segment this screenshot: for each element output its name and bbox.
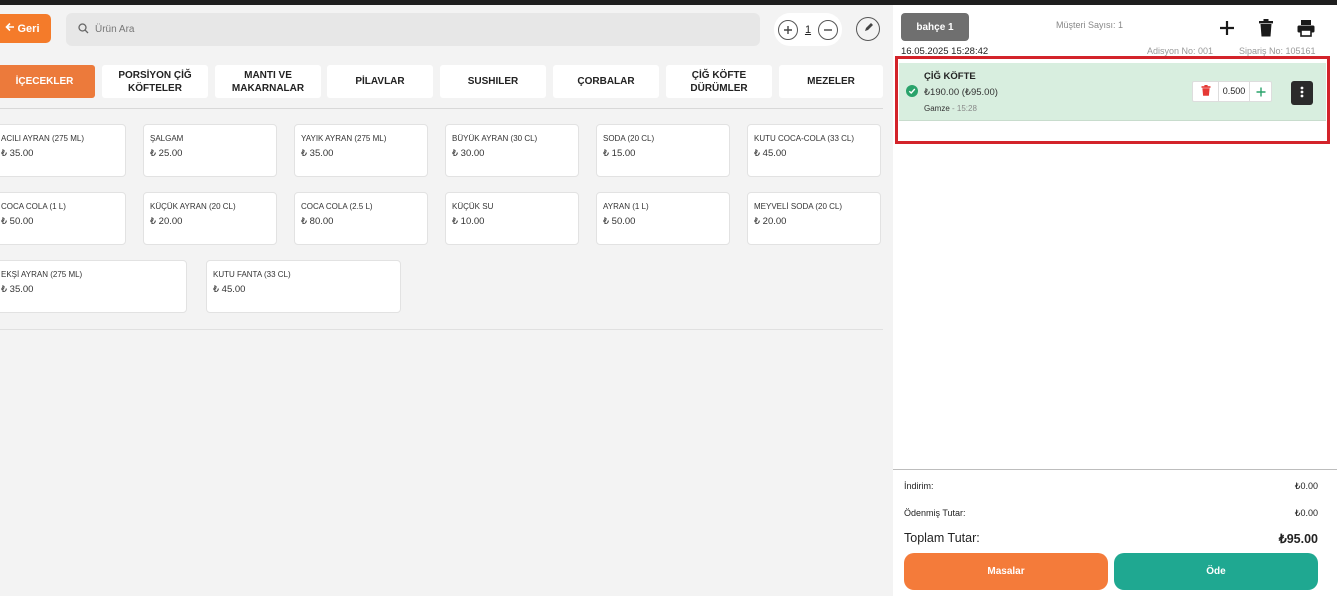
menu-panel: Geri Ürün Ara 1 İÇECEKLER PORSİYON ÇİĞ K…	[0, 5, 893, 596]
product-name: COCA COLA (2.5 L)	[301, 202, 373, 211]
guest-count-value: 1	[804, 23, 812, 36]
guest-count-stepper: 1	[774, 13, 842, 46]
divider	[0, 108, 883, 109]
product-name: MEYVELİ SODA (20 CL)	[754, 202, 843, 211]
product-name: ACILI AYRAN (275 ML)	[1, 134, 84, 143]
product-name: KUTU COCA-COLA (33 CL)	[754, 134, 855, 143]
product-name: BÜYÜK AYRAN (30 CL)	[452, 134, 538, 143]
product-price: ₺ 50.00	[1, 216, 34, 227]
product-card[interactable]: COCA COLA (2.5 L) ₺ 80.00	[294, 192, 428, 245]
product-card[interactable]: SODA (20 CL) ₺ 15.00	[596, 124, 730, 177]
customer-count: Müşteri Sayısı: 1	[1056, 20, 1124, 30]
divider	[893, 469, 1337, 470]
tab-corbalar[interactable]: ÇORBALAR	[553, 65, 659, 98]
product-card[interactable]: AYRAN (1 L) ₺ 50.00	[596, 192, 730, 245]
divider	[0, 329, 883, 330]
siparis-number: Sipariş No: 105161	[1239, 46, 1316, 56]
pencil-icon	[863, 20, 874, 38]
discount-value: ₺0.00	[1294, 481, 1318, 491]
product-name: KÜÇÜK AYRAN (20 CL)	[150, 202, 236, 211]
product-search[interactable]: Ürün Ara	[66, 13, 760, 46]
paid-row: Ödenmiş Tutar: ₺0.00	[904, 508, 1318, 519]
product-card[interactable]: KÜÇÜK AYRAN (20 CL) ₺ 20.00	[143, 192, 277, 245]
product-card[interactable]: ACILI AYRAN (275 ML) ₺ 35.00	[0, 124, 126, 177]
product-price: ₺ 35.00	[1, 284, 34, 295]
tab-sushiler[interactable]: SUSHILER	[440, 65, 546, 98]
search-input[interactable]: Ürün Ara	[95, 24, 134, 35]
product-price: ₺ 45.00	[754, 148, 787, 159]
category-tabs: İÇECEKLER PORSİYON ÇİĞ KÖFTELER MANTI VE…	[0, 65, 893, 99]
paid-value: ₺0.00	[1294, 508, 1318, 518]
discount-label: İndirim:	[904, 481, 934, 491]
product-price: ₺ 10.00	[452, 216, 485, 227]
print-icon[interactable]	[1295, 17, 1317, 39]
decrement-button[interactable]	[818, 19, 838, 40]
product-card[interactable]: KUTU COCA-COLA (33 CL) ₺ 45.00	[747, 124, 881, 177]
product-price: ₺ 50.00	[603, 216, 636, 227]
product-price: ₺ 35.00	[301, 148, 334, 159]
total-row: Toplam Tutar: ₺95.00	[904, 531, 1318, 546]
product-card[interactable]: COCA COLA (1 L) ₺ 50.00	[0, 192, 126, 245]
table-button[interactable]: bahçe 1	[901, 13, 969, 41]
product-card[interactable]: YAYIK AYRAN (275 ML) ₺ 35.00	[294, 124, 428, 177]
paid-label: Ödenmiş Tutar:	[904, 508, 966, 518]
product-price: ₺ 25.00	[150, 148, 183, 159]
product-name: YAYIK AYRAN (275 ML)	[301, 134, 387, 143]
product-name: AYRAN (1 L)	[603, 202, 649, 211]
product-name: KÜÇÜK SU	[452, 202, 494, 211]
product-card[interactable]: KÜÇÜK SU ₺ 10.00	[445, 192, 579, 245]
product-price: ₺ 30.00	[452, 148, 485, 159]
product-card[interactable]: BÜYÜK AYRAN (30 CL) ₺ 30.00	[445, 124, 579, 177]
total-value: ₺95.00	[1278, 532, 1318, 546]
trash-icon[interactable]	[1255, 17, 1277, 39]
product-card[interactable]: KUTU FANTA (33 CL) ₺ 45.00	[206, 260, 401, 313]
back-button[interactable]: Geri	[0, 14, 51, 43]
product-price: ₺ 20.00	[754, 216, 787, 227]
product-price: ₺ 35.00	[1, 148, 34, 159]
product-name: SODA (20 CL)	[603, 134, 655, 143]
order-panel: bahçe 1 Müşteri Sayısı: 1 16.05.2025 15:…	[893, 5, 1337, 596]
product-price: ₺ 20.00	[150, 216, 183, 227]
tab-manti-makarnalar[interactable]: MANTI VE MAKARNALAR	[215, 65, 321, 98]
arrow-left-icon	[5, 22, 15, 35]
product-price: ₺ 45.00	[213, 284, 246, 295]
tab-mezeler[interactable]: MEZELER	[779, 65, 883, 98]
pay-button[interactable]: Öde	[1114, 553, 1318, 590]
tab-porsiyon-cig-kofteler[interactable]: PORSİYON ÇİĞ KÖFTELER	[102, 65, 208, 98]
back-label: Geri	[17, 22, 40, 35]
highlight-frame	[895, 56, 1330, 144]
product-price: ₺ 15.00	[603, 148, 636, 159]
search-icon	[78, 22, 89, 37]
tab-pilavlar[interactable]: PİLAVLAR	[327, 65, 433, 98]
tab-cig-kofte-durumler[interactable]: ÇİĞ KÖFTE DÜRÜMLER	[666, 65, 772, 98]
product-card[interactable]: MEYVELİ SODA (20 CL) ₺ 20.00	[747, 192, 881, 245]
product-name: KUTU FANTA (33 CL)	[213, 270, 291, 279]
increment-button[interactable]	[778, 19, 798, 40]
product-card[interactable]: EKŞİ AYRAN (275 ML) ₺ 35.00	[0, 260, 187, 313]
add-icon[interactable]	[1216, 17, 1238, 39]
product-name: EKŞİ AYRAN (275 ML)	[1, 270, 83, 279]
edit-button[interactable]	[856, 17, 880, 41]
product-card[interactable]: ŞALGAM ₺ 25.00	[143, 124, 277, 177]
total-label: Toplam Tutar:	[904, 531, 980, 545]
tables-button[interactable]: Masalar	[904, 553, 1108, 590]
adisyon-number: Adisyon No: 001	[1147, 46, 1214, 56]
tab-icecekler[interactable]: İÇECEKLER	[0, 65, 95, 98]
product-price: ₺ 80.00	[301, 216, 334, 227]
discount-row: İndirim: ₺0.00	[904, 481, 1318, 492]
product-name: ŞALGAM	[150, 134, 184, 143]
product-name: COCA COLA (1 L)	[1, 202, 66, 211]
